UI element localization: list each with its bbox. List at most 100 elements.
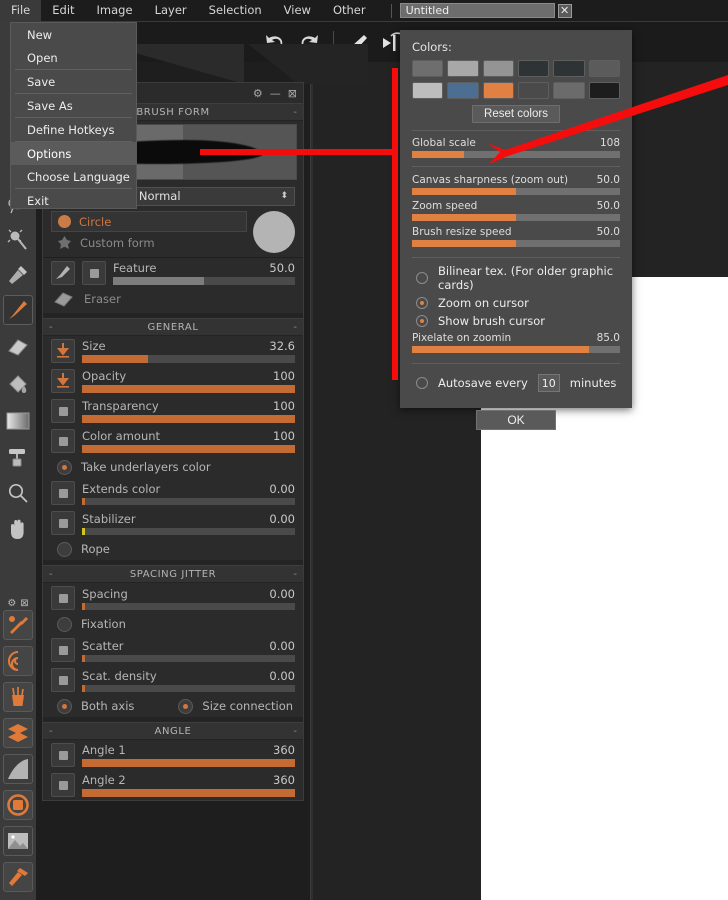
menu-item-define-hotkeys[interactable]: Define Hotkeys xyxy=(11,118,136,141)
scatter-slider[interactable]: Scatter 0.00 xyxy=(82,639,295,662)
color-swatch[interactable] xyxy=(412,60,444,77)
menu-item-save-as[interactable]: Save As xyxy=(11,94,136,117)
color-amount-toggle-button[interactable] xyxy=(51,429,75,453)
roller-tool[interactable] xyxy=(3,442,33,472)
zoom-tool[interactable] xyxy=(3,479,33,509)
image-panel-button[interactable] xyxy=(3,826,33,856)
menu-item-choose-language[interactable]: Choose Language xyxy=(11,165,136,188)
smudge-tool[interactable] xyxy=(3,225,33,255)
fixation-row[interactable]: Fixation xyxy=(43,613,303,635)
feature-toggle-button[interactable] xyxy=(82,261,106,285)
menu-item-open[interactable]: Open xyxy=(11,46,136,69)
eraser-tool[interactable] xyxy=(3,332,33,362)
color-swatch[interactable] xyxy=(447,60,479,77)
reset-colors-button[interactable]: Reset colors xyxy=(472,105,560,123)
shapes-panel-button[interactable] xyxy=(3,790,33,820)
pixelate-on-zoomin-slider[interactable]: Pixelate on zoomin 85.0 xyxy=(412,330,620,356)
color-swatch[interactable] xyxy=(517,82,550,99)
layers-panel-button[interactable] xyxy=(3,718,33,748)
menu-file[interactable]: File xyxy=(0,0,42,21)
opacity-slider[interactable]: Opacity 100 xyxy=(82,369,295,393)
spacing-slider[interactable]: Spacing 0.00 xyxy=(82,587,295,610)
brush-kind-circle[interactable]: Circle xyxy=(51,211,247,232)
zoom-on-cursor-radio[interactable] xyxy=(416,297,428,309)
color-swatch[interactable] xyxy=(482,60,514,77)
size-pressure-button[interactable] xyxy=(51,339,75,363)
angle1-toggle-button[interactable] xyxy=(51,743,75,767)
stabilizer-slider[interactable]: Stabilizer 0.00 xyxy=(82,512,295,535)
effects-panel-button[interactable] xyxy=(3,646,33,676)
take-underlayers-color-row[interactable]: Take underlayers color xyxy=(43,456,303,478)
menu-item-new[interactable]: New xyxy=(11,23,136,46)
collapse-angle-left[interactable]: - xyxy=(49,726,53,737)
global-scale-slider[interactable]: Global scale 108 xyxy=(412,135,620,161)
extends-color-slider[interactable]: Extends color 0.00 xyxy=(82,482,295,505)
scat-density-toggle-button[interactable] xyxy=(51,668,75,692)
close-document-icon[interactable]: ✕ xyxy=(557,3,572,18)
show-brush-cursor-radio[interactable] xyxy=(416,315,428,327)
color-amount-slider[interactable]: Color amount 100 xyxy=(82,429,295,453)
fixation-radio[interactable] xyxy=(57,616,72,632)
eyedropper-tool[interactable] xyxy=(3,260,33,290)
color-swatch[interactable] xyxy=(447,82,479,99)
color-swatch[interactable] xyxy=(412,82,444,99)
panel-settings-icon[interactable]: ⚙ xyxy=(253,88,263,99)
curves-panel-button[interactable] xyxy=(3,754,33,784)
color-swatch[interactable] xyxy=(553,60,585,77)
stabilizer-toggle-button[interactable] xyxy=(51,511,75,535)
fill-tool[interactable] xyxy=(3,369,33,399)
brushes-panel-button[interactable] xyxy=(3,682,33,712)
zoom-on-cursor-row[interactable]: Zoom on cursor xyxy=(412,294,620,312)
bilinear-tex-row[interactable]: Bilinear tex. (For older graphic cards) xyxy=(412,262,620,294)
collapse-angle-right[interactable]: - xyxy=(293,726,297,737)
close-icon[interactable]: ⊠ xyxy=(20,598,28,609)
spacing-toggle-button[interactable] xyxy=(51,586,75,610)
autosave-radio[interactable] xyxy=(416,377,428,389)
brush-resize-speed-slider[interactable]: Brush resize speed 50.0 xyxy=(412,224,620,250)
angle2-slider[interactable]: Angle 2 360 xyxy=(82,773,295,797)
brush-tool[interactable] xyxy=(3,295,33,325)
collapse-general-left[interactable]: - xyxy=(49,322,53,333)
menu-item-exit[interactable]: Exit xyxy=(11,189,136,212)
section-header-general[interactable]: - GENERAL - xyxy=(43,318,303,336)
menu-item-options[interactable]: Options xyxy=(11,142,136,165)
document-title-field[interactable]: Untitled xyxy=(399,3,555,18)
section-header-spacing-jitter[interactable]: - SPACING JITTER - xyxy=(43,565,303,583)
gradient-tool[interactable] xyxy=(3,406,33,436)
pan-tool[interactable] xyxy=(3,515,33,545)
menu-edit[interactable]: Edit xyxy=(41,0,85,21)
autosave-minutes-input[interactable]: 10 xyxy=(537,374,560,392)
opacity-pressure-button[interactable] xyxy=(51,369,75,393)
blend-mode-select[interactable]: Normal ⬍ xyxy=(131,186,295,206)
brush-kind-custom[interactable]: Custom form xyxy=(51,232,247,253)
build-panel-button[interactable] xyxy=(3,862,33,892)
color-swatch[interactable] xyxy=(553,82,585,99)
tools-panel-button[interactable] xyxy=(3,610,33,640)
panel-minimize-icon[interactable]: — xyxy=(270,88,281,99)
color-swatch[interactable] xyxy=(588,82,620,99)
extends-color-toggle-button[interactable] xyxy=(51,481,75,505)
show-brush-cursor-row[interactable]: Show brush cursor xyxy=(412,312,620,330)
menu-layer[interactable]: Layer xyxy=(144,0,198,21)
ok-button[interactable]: OK xyxy=(476,410,556,430)
menu-other[interactable]: Other xyxy=(322,0,377,21)
canvas-sharpness-slider[interactable]: Canvas sharpness (zoom out) 50.0 xyxy=(412,172,620,198)
angle1-slider[interactable]: Angle 1 360 xyxy=(82,743,295,767)
color-swatch[interactable] xyxy=(517,60,550,77)
zoom-speed-slider[interactable]: Zoom speed 50.0 xyxy=(412,198,620,224)
color-swatch[interactable] xyxy=(588,60,620,77)
transparency-toggle-button[interactable] xyxy=(51,399,75,423)
size-connection-radio[interactable] xyxy=(178,698,194,714)
eraser-row[interactable]: Eraser xyxy=(43,288,303,313)
color-swatch[interactable] xyxy=(482,82,514,99)
scat-density-slider[interactable]: Scat. density 0.00 xyxy=(82,669,295,692)
autosave-row[interactable]: Autosave every 10 minutes xyxy=(412,368,620,392)
collapse-spacing-right[interactable]: - xyxy=(293,569,297,580)
section-header-angle[interactable]: - ANGLE - xyxy=(43,722,303,740)
collapse-general-right[interactable]: - xyxy=(293,322,297,333)
menu-view[interactable]: View xyxy=(273,0,322,21)
take-underlayers-color-radio[interactable] xyxy=(57,459,72,475)
rope-row[interactable]: Rope xyxy=(43,538,303,560)
size-slider[interactable]: Size 32.6 xyxy=(82,339,295,363)
transparency-slider[interactable]: Transparency 100 xyxy=(82,399,295,423)
